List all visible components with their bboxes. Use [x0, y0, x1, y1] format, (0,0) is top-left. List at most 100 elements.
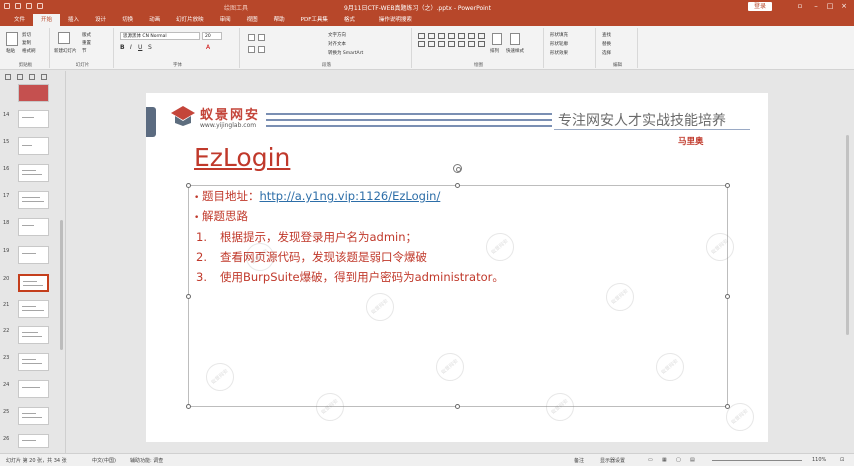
shape-outline-button[interactable]: 形状轮廓: [550, 41, 568, 47]
italic-button[interactable]: I: [130, 44, 132, 51]
accessibility-status[interactable]: 辅助功能: 调查: [130, 457, 163, 464]
redo-icon[interactable]: [37, 3, 43, 9]
save-icon[interactable]: [5, 73, 11, 80]
slide-thumbnail-selected[interactable]: [18, 274, 49, 292]
slide-thumbnail[interactable]: [18, 407, 49, 425]
autosave-icon[interactable]: [4, 3, 10, 9]
section-button[interactable]: 节: [82, 48, 87, 54]
format-painter-button[interactable]: 格式刷: [22, 48, 36, 54]
normal-view-icon[interactable]: ▭: [648, 457, 653, 463]
resize-handle[interactable]: [186, 183, 191, 188]
close-icon[interactable]: ×: [840, 2, 848, 10]
replace-button[interactable]: 替换: [602, 41, 611, 47]
arrange-icon[interactable]: [492, 33, 502, 45]
align-text-button[interactable]: 对齐文本: [328, 41, 346, 47]
save-icon[interactable]: [15, 3, 21, 9]
numbering-icon[interactable]: [258, 34, 265, 41]
find-button[interactable]: 查找: [602, 32, 611, 38]
copy-button[interactable]: 复制: [22, 40, 31, 46]
ribbon-display-icon[interactable]: ▫: [796, 2, 804, 10]
bullets-icon[interactable]: [248, 34, 255, 41]
slide-thumbnail[interactable]: [18, 246, 49, 264]
tab-slideshow[interactable]: 幻灯片放映: [168, 14, 212, 26]
slide-thumbnail[interactable]: [18, 434, 49, 448]
slide-number: 19: [3, 248, 10, 254]
slide-thumbnail[interactable]: [18, 110, 49, 128]
cut-button[interactable]: 剪切: [22, 32, 31, 38]
slide-thumbnail[interactable]: [18, 300, 49, 318]
slide-thumbnail[interactable]: [18, 218, 49, 236]
shape-fill-button[interactable]: 形状填充: [550, 32, 568, 38]
slideshow-icon[interactable]: ▤: [690, 457, 695, 463]
select-button[interactable]: 选择: [602, 50, 611, 56]
tab-review[interactable]: 审阅: [212, 14, 239, 26]
slide-thumbnail[interactable]: [18, 84, 49, 102]
undo-icon[interactable]: [17, 73, 23, 80]
tab-format[interactable]: 格式: [336, 14, 363, 26]
tab-view[interactable]: 视图: [239, 14, 266, 26]
slide-sorter-icon[interactable]: ▦: [662, 457, 667, 463]
shape-effects-button[interactable]: 形状效果: [550, 50, 568, 56]
new-slide-button[interactable]: 新建幻灯片: [54, 48, 77, 54]
arrange-button[interactable]: 排列: [490, 48, 499, 54]
maximize-icon[interactable]: □: [826, 2, 834, 10]
layout-button[interactable]: 版式: [82, 32, 91, 38]
bold-button[interactable]: B: [120, 44, 125, 51]
align-left-icon[interactable]: [248, 46, 255, 53]
slide-thumbnail[interactable]: [18, 164, 49, 182]
font-color-button[interactable]: A: [206, 44, 210, 51]
fit-slide-icon[interactable]: ⊡: [840, 457, 844, 463]
rotate-handle[interactable]: [453, 164, 462, 173]
tab-design[interactable]: 设计: [87, 14, 114, 26]
slide-thumbnail[interactable]: [18, 380, 49, 398]
redo-icon[interactable]: [29, 73, 35, 80]
reading-view-icon[interactable]: ▢: [676, 457, 681, 463]
tab-file[interactable]: 文件: [6, 14, 33, 26]
challenge-link[interactable]: http://a.y1ng.vip:1126/EzLogin/: [260, 189, 441, 203]
language-indicator[interactable]: 中文(中国): [92, 457, 116, 464]
shapes-gallery[interactable]: [418, 33, 486, 47]
slide-thumbnail[interactable]: [18, 191, 49, 209]
quick-styles-icon[interactable]: [510, 33, 520, 45]
font-size-field[interactable]: 20: [202, 32, 222, 40]
new-slide-icon[interactable]: [58, 32, 70, 44]
thumbnail-scrollbar[interactable]: [60, 220, 63, 350]
slide-title[interactable]: EzLogin: [194, 143, 290, 172]
align-center-icon[interactable]: [258, 46, 265, 53]
smartart-button[interactable]: 转换为 SmartArt: [328, 50, 363, 56]
slide-thumbnail[interactable]: [18, 137, 49, 155]
quick-styles-button[interactable]: 快速样式: [506, 48, 524, 54]
resize-handle[interactable]: [725, 294, 730, 299]
tab-insert[interactable]: 插入: [60, 14, 87, 26]
start-presentation-icon[interactable]: [41, 73, 47, 80]
login-button[interactable]: 登录: [748, 2, 773, 11]
tab-transitions[interactable]: 切换: [114, 14, 141, 26]
paste-button[interactable]: 粘贴: [6, 48, 15, 54]
zoom-slider[interactable]: [712, 460, 802, 461]
text-direction-button[interactable]: 文字方向: [328, 32, 346, 38]
paste-icon[interactable]: [6, 32, 18, 46]
notes-button[interactable]: 备注: [574, 457, 584, 464]
slide-thumbnail[interactable]: [18, 353, 49, 371]
shadow-button[interactable]: S: [148, 44, 152, 51]
slide-thumbnail[interactable]: [18, 326, 49, 344]
resize-handle[interactable]: [455, 404, 460, 409]
zoom-level[interactable]: 110%: [812, 457, 826, 463]
minimize-icon[interactable]: –: [812, 2, 820, 10]
undo-icon[interactable]: [26, 3, 32, 9]
resize-handle[interactable]: [186, 294, 191, 299]
tab-help[interactable]: 帮助: [266, 14, 293, 26]
tab-pdf-tools[interactable]: PDF工具集: [293, 14, 336, 26]
reset-button[interactable]: 重置: [82, 40, 91, 46]
display-settings-button[interactable]: 显示器设置: [600, 457, 625, 464]
tab-animations[interactable]: 动画: [141, 14, 168, 26]
font-name-field[interactable]: 思源黑体 CN Normal: [120, 32, 200, 40]
resize-handle[interactable]: [455, 183, 460, 188]
tell-me-search[interactable]: 操作说明搜索: [379, 14, 412, 26]
underline-button[interactable]: U: [138, 44, 142, 51]
resize-handle[interactable]: [725, 183, 730, 188]
resize-handle[interactable]: [186, 404, 191, 409]
tab-home[interactable]: 开始: [33, 14, 61, 26]
editor-scrollbar[interactable]: [845, 75, 850, 445]
editing-group: 查找 替换 选择 编辑: [598, 28, 638, 68]
